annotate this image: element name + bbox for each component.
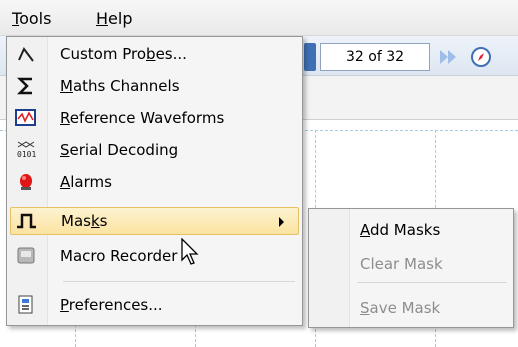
menu-help-label: elp	[108, 9, 133, 28]
menu-item-label: Reference Waveforms	[60, 109, 225, 127]
menu-item-label: Maths Channels	[60, 77, 180, 95]
menu-item-label: Custom Probes...	[60, 45, 187, 63]
menu-item-macro-recorder[interactable]: Macro Recorder	[10, 242, 299, 270]
waveform-icon	[10, 106, 42, 130]
menu-item-maths-channels[interactable]: Maths Channels	[10, 72, 299, 100]
mouse-cursor-icon	[181, 238, 199, 265]
save-mask-item[interactable]: Save Mask	[360, 295, 440, 321]
menu-item-label: Serial Decoding	[60, 141, 179, 159]
serial-icon: 0101	[10, 138, 42, 162]
menu-item-label: Macro Recorder	[60, 247, 178, 265]
compass-icon[interactable]	[468, 44, 494, 70]
alarm-icon	[10, 170, 42, 194]
menu-help-mnemonic: H	[96, 9, 109, 28]
menubar: Tools Help	[0, 0, 518, 36]
menu-tools-label: ools	[19, 9, 52, 28]
page-counter[interactable]: 32 of 32	[320, 43, 430, 71]
menu-item-label: Preferences...	[60, 296, 163, 314]
macro-icon	[10, 244, 42, 268]
sigma-icon	[10, 74, 42, 98]
submenu-arrow-icon	[279, 217, 284, 227]
submenu-separator	[357, 282, 507, 283]
tools-menu: Custom Probes... Maths Channels Referenc…	[6, 36, 303, 326]
next-page-icon[interactable]	[436, 44, 462, 70]
clear-mask-item[interactable]: Clear Mask	[360, 251, 443, 277]
menu-item-reference-waveforms[interactable]: Reference Waveforms	[10, 104, 299, 132]
menu-tools[interactable]: Tools	[4, 8, 59, 30]
menu-item-preferences[interactable]: Preferences...	[10, 291, 299, 319]
menu-item-label: Alarms	[60, 173, 112, 191]
menu-item-alarms[interactable]: Alarms	[10, 168, 299, 196]
add-masks-item[interactable]: Add Masks	[360, 217, 440, 243]
menu-item-masks[interactable]: Masks	[10, 207, 299, 235]
preferences-icon	[10, 293, 42, 317]
menu-item-serial-decoding[interactable]: 0101 Serial Decoding	[10, 136, 299, 164]
menu-help[interactable]: Help	[88, 8, 140, 30]
menu-separator	[63, 281, 295, 282]
masks-submenu: Add Masks Clear Mask Save Mask	[308, 208, 514, 328]
mask-icon	[11, 209, 43, 233]
menu-item-label: Masks	[61, 212, 108, 230]
menu-tools-mnemonic: T	[12, 9, 20, 28]
menu-item-custom-probes[interactable]: Custom Probes...	[10, 40, 299, 68]
serial-icon-text: 0101	[17, 150, 36, 159]
toolbar-button-edge[interactable]	[304, 43, 316, 71]
probe-icon	[10, 42, 42, 66]
